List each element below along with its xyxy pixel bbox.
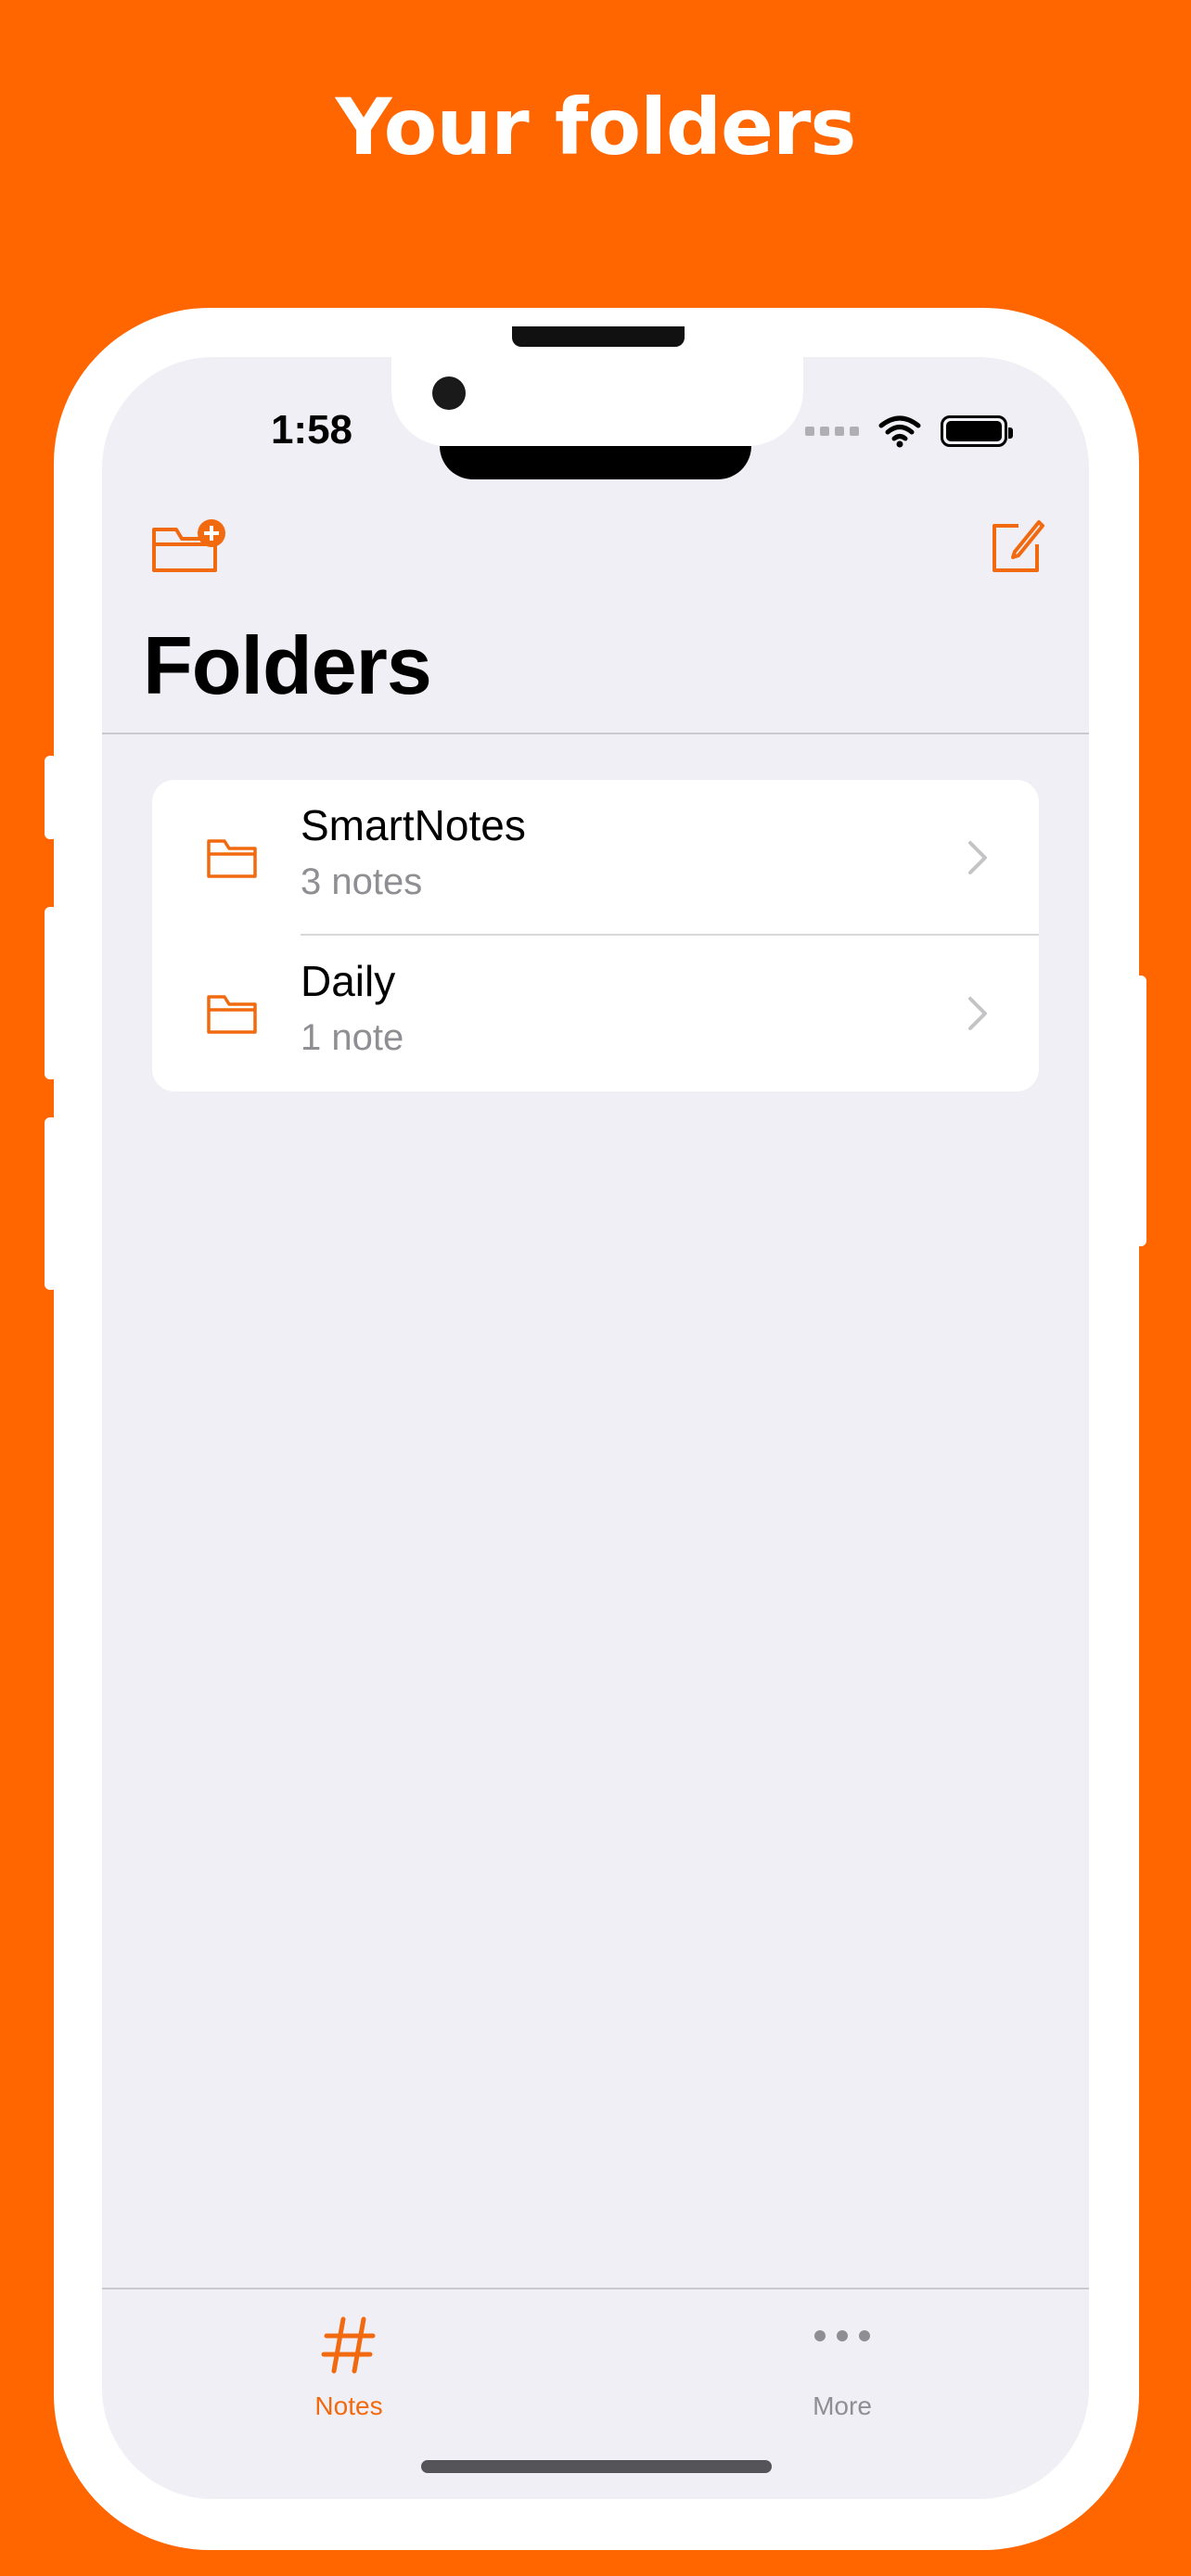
folder-note-count: 1 note bbox=[301, 1017, 404, 1058]
battery-icon bbox=[941, 415, 1013, 447]
status-time: 1:58 bbox=[270, 407, 353, 453]
tab-notes-label: Notes bbox=[314, 2391, 383, 2420]
page-title: Folders bbox=[143, 619, 432, 711]
notch-lower bbox=[440, 446, 751, 479]
earpiece-speaker bbox=[512, 326, 685, 347]
tab-more-label: More bbox=[813, 2391, 872, 2420]
chevron-right-icon bbox=[968, 997, 987, 1030]
folder-list: SmartNotes 3 notes Daily 1 note bbox=[152, 780, 1039, 1091]
folder-row-daily[interactable]: Daily 1 note bbox=[152, 936, 1039, 1091]
tab-notes[interactable]: Notes bbox=[102, 2289, 596, 2438]
folder-icon bbox=[207, 839, 257, 878]
hashtag-icon bbox=[321, 2316, 376, 2374]
new-folder-button[interactable] bbox=[150, 516, 228, 576]
compose-icon bbox=[992, 520, 1044, 572]
ellipsis-icon bbox=[814, 2330, 870, 2341]
folder-note-count: 3 notes bbox=[301, 861, 423, 902]
folder-row-smartnotes[interactable]: SmartNotes 3 notes bbox=[152, 780, 1039, 936]
phone-screen: 1:58 Folders SmartNotes 3 notes Daily 1 … bbox=[102, 357, 1089, 2499]
home-indicator bbox=[421, 2460, 772, 2473]
folder-name: Daily bbox=[301, 957, 396, 1005]
cellular-signal-icon bbox=[805, 427, 859, 436]
compose-button[interactable] bbox=[987, 516, 1046, 576]
status-indicators bbox=[805, 413, 1013, 450]
folder-name: SmartNotes bbox=[301, 801, 526, 849]
promo-headline: Your folders bbox=[335, 82, 857, 172]
wifi-icon bbox=[878, 415, 921, 448]
chevron-right-icon bbox=[968, 841, 987, 874]
tab-more[interactable]: More bbox=[596, 2289, 1089, 2438]
folder-icon bbox=[207, 995, 257, 1034]
folder-add-icon bbox=[152, 519, 225, 572]
nav-divider bbox=[102, 733, 1089, 734]
front-camera bbox=[432, 376, 466, 410]
